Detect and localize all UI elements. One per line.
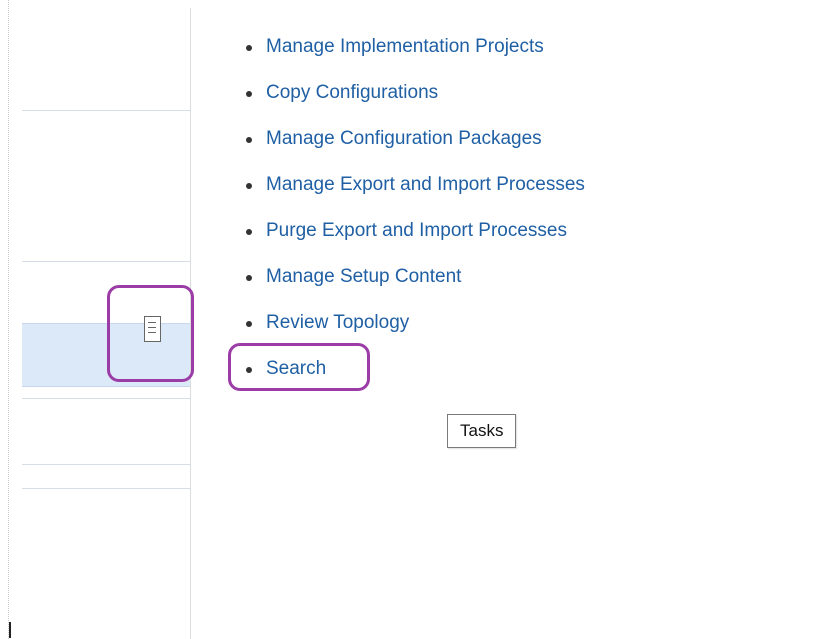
bullet-icon xyxy=(246,367,252,373)
row-divider xyxy=(22,261,190,262)
row-divider xyxy=(22,488,190,489)
bullet-icon xyxy=(246,183,252,189)
task-link-manage-setup-content[interactable]: Manage Setup Content xyxy=(266,265,461,289)
task-link-review-topology[interactable]: Review Topology xyxy=(266,311,409,335)
task-link-purge-export-import[interactable]: Purge Export and Import Processes xyxy=(266,219,567,243)
bullet-icon xyxy=(246,91,252,97)
bullet-icon xyxy=(246,137,252,143)
row-divider xyxy=(22,464,190,465)
task-link-manage-export-import[interactable]: Manage Export and Import Processes xyxy=(266,173,585,197)
tasks-toggle-button[interactable] xyxy=(107,285,194,382)
bullet-icon xyxy=(246,321,252,327)
row-divider xyxy=(22,110,190,111)
task-link-search[interactable]: Search xyxy=(266,357,326,381)
row-divider xyxy=(22,398,190,399)
text-cursor xyxy=(9,622,11,638)
bullet-icon xyxy=(246,45,252,51)
task-link-copy-configurations[interactable]: Copy Configurations xyxy=(266,81,438,105)
task-link-manage-configuration-packages[interactable]: Manage Configuration Packages xyxy=(266,127,542,151)
document-icon xyxy=(144,316,161,342)
left-pane-edge xyxy=(8,0,9,639)
tasks-tooltip: Tasks xyxy=(447,414,517,448)
bullet-icon xyxy=(246,229,252,235)
task-link-manage-implementation-projects[interactable]: Manage Implementation Projects xyxy=(266,35,544,59)
bullet-icon xyxy=(246,275,252,281)
